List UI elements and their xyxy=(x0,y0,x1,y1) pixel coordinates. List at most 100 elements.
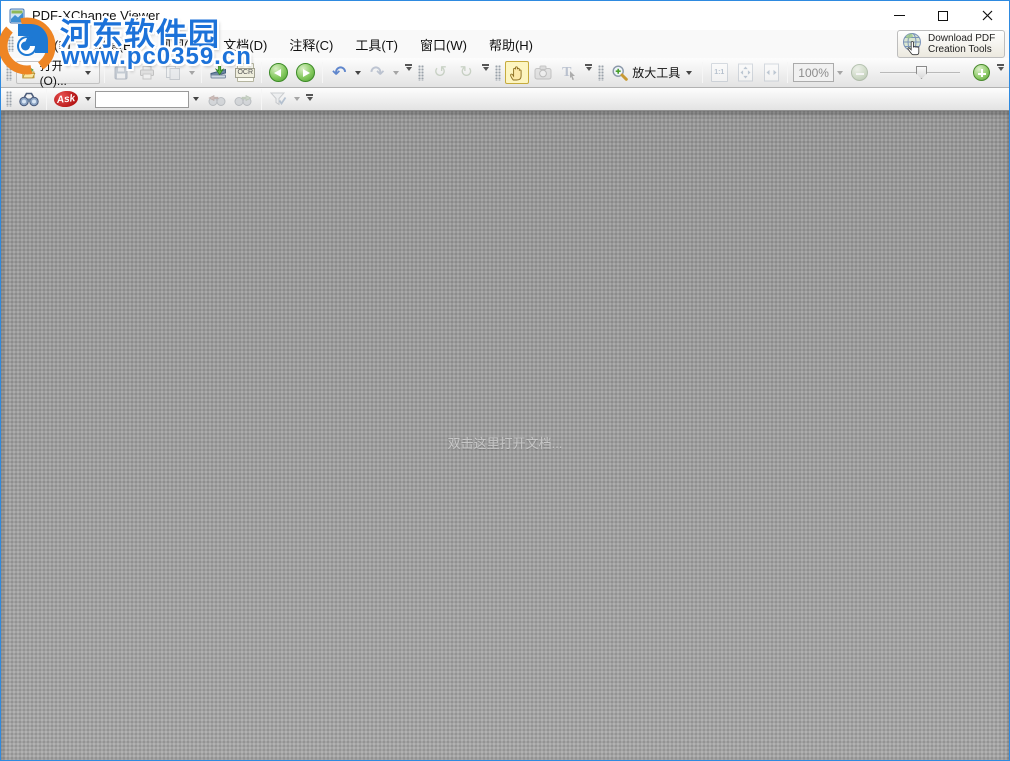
rotate-cw-icon: ↻ xyxy=(459,64,473,81)
zoom-tool-dropdown-arrow[interactable] xyxy=(686,70,693,75)
zoom-in-button[interactable] xyxy=(969,61,993,84)
ask-search-provider-button[interactable]: Ask xyxy=(51,88,81,111)
toolbar-overflow-button[interactable] xyxy=(482,64,490,71)
export-button[interactable] xyxy=(161,61,185,84)
actual-size-icon: 1:1 xyxy=(710,63,728,82)
maximize-icon xyxy=(938,10,948,21)
find-next-button[interactable] xyxy=(231,88,257,111)
toolbar-overflow-button[interactable] xyxy=(997,64,1004,71)
open-folder-icon xyxy=(22,66,36,78)
window-controls xyxy=(877,1,1009,30)
tools-toolbar-grip[interactable] xyxy=(495,64,502,81)
open-button[interactable]: 打开(O)... xyxy=(16,59,101,88)
toolbar-overflow-button[interactable] xyxy=(405,64,413,71)
menu-view[interactable]: 视图(V) xyxy=(147,30,212,58)
search-history-dropdown-arrow[interactable] xyxy=(193,97,199,101)
find-previous-button[interactable] xyxy=(203,88,229,111)
menu-window[interactable]: 窗口(W) xyxy=(409,30,478,58)
snapshot-button[interactable] xyxy=(531,61,555,84)
zoom-level-combo[interactable]: 100% xyxy=(793,63,834,82)
find-previous-icon xyxy=(208,94,226,106)
zoom-level-value: 100% xyxy=(798,65,829,80)
app-window: PDF-XChange Viewer 文件(F) 编辑(E) 视图(V) 文档(… xyxy=(0,0,1010,761)
minimize-button[interactable] xyxy=(877,1,921,30)
close-button[interactable] xyxy=(965,1,1009,30)
hand-tool-icon xyxy=(510,65,522,80)
zoom-toolbar-grip[interactable] xyxy=(598,64,605,81)
export-icon xyxy=(166,65,181,80)
actual-size-button[interactable]: 1:1 xyxy=(707,61,731,84)
zoom-slider-thumb[interactable] xyxy=(916,66,927,79)
rotate-ccw-icon: ↺ xyxy=(433,64,447,81)
export-dropdown-arrow[interactable] xyxy=(189,70,196,75)
document-area[interactable]: 双击这里打开文档... xyxy=(1,111,1009,760)
go-back-button[interactable] xyxy=(266,61,291,84)
fit-page-button[interactable] xyxy=(733,61,757,84)
menubar-grip[interactable] xyxy=(8,36,14,52)
select-cursor-icon xyxy=(570,71,576,80)
menu-file[interactable]: 文件(F) xyxy=(17,30,82,58)
zoom-out-icon xyxy=(850,64,868,81)
redo-button[interactable]: ↷ xyxy=(365,61,389,84)
print-button[interactable] xyxy=(135,61,159,84)
open-button-label: 打开(O)... xyxy=(39,59,67,88)
fit-page-icon xyxy=(737,63,753,82)
separator xyxy=(46,88,47,110)
search-toolbar-grip[interactable] xyxy=(6,91,12,107)
close-icon xyxy=(982,10,992,21)
rotate-cw-button[interactable]: ↻ xyxy=(454,61,478,84)
rotate-toolbar-grip[interactable] xyxy=(418,64,425,81)
undo-button[interactable]: ↶ xyxy=(327,61,351,84)
window-title: PDF-XChange Viewer xyxy=(32,8,160,23)
app-icon xyxy=(9,8,25,23)
select-text-button[interactable]: T xyxy=(557,61,581,84)
menu-comments[interactable]: 注释(C) xyxy=(278,30,344,58)
zoom-tool-button[interactable]: 放大工具 xyxy=(608,61,698,84)
minimize-icon xyxy=(893,15,905,16)
toolbar-overflow-button[interactable] xyxy=(306,94,313,101)
filter-icon xyxy=(269,92,287,106)
redo-dropdown-arrow[interactable] xyxy=(393,70,400,75)
search-button[interactable] xyxy=(16,88,42,111)
menu-help[interactable]: 帮助(H) xyxy=(478,30,544,58)
download-pdf-tools-button[interactable]: Download PDF Creation Tools xyxy=(897,30,1005,58)
search-input[interactable] xyxy=(95,90,189,108)
menu-document[interactable]: 文档(D) xyxy=(212,30,278,58)
save-icon xyxy=(114,66,128,79)
undo-dropdown-arrow[interactable] xyxy=(355,70,362,75)
magnifier-icon xyxy=(612,64,629,81)
binoculars-icon xyxy=(19,92,39,106)
ocr-button[interactable]: OCR xyxy=(233,61,257,84)
ask-label: Ask xyxy=(56,92,76,106)
import-from-scanner-button[interactable] xyxy=(206,61,231,84)
separator xyxy=(322,62,324,83)
filter-dropdown-arrow[interactable] xyxy=(294,97,300,101)
find-next-icon xyxy=(234,94,252,106)
zoom-level-dropdown-arrow[interactable] xyxy=(837,70,843,75)
actual-size-label: 1:1 xyxy=(714,69,725,76)
menu-edit[interactable]: 编辑(E) xyxy=(82,30,147,58)
zoom-out-button[interactable] xyxy=(847,61,871,84)
open-dropdown-arrow[interactable] xyxy=(85,70,92,75)
separator xyxy=(702,62,704,83)
separator xyxy=(104,62,106,83)
zoom-slider[interactable] xyxy=(880,64,960,81)
save-button[interactable] xyxy=(109,61,133,84)
maximize-button[interactable] xyxy=(921,1,965,30)
open-document-hint[interactable]: 双击这里打开文档... xyxy=(448,433,563,452)
ask-dropdown-arrow[interactable] xyxy=(85,97,91,101)
fit-width-button[interactable] xyxy=(759,61,783,84)
fit-width-icon xyxy=(763,63,779,82)
separator xyxy=(261,62,263,83)
download-label-line2: Creation Tools xyxy=(928,44,992,55)
filter-results-button[interactable] xyxy=(266,88,290,111)
file-toolbar-grip[interactable] xyxy=(6,64,12,81)
forward-arrow-icon xyxy=(296,63,316,82)
ocr-icon: OCR xyxy=(235,63,256,82)
rotate-ccw-button[interactable]: ↺ xyxy=(428,61,452,84)
menu-tools[interactable]: 工具(T) xyxy=(344,30,409,58)
ocr-label: OCR xyxy=(235,68,256,78)
toolbar-overflow-button[interactable] xyxy=(585,64,593,71)
hand-tool-button[interactable] xyxy=(505,61,530,84)
go-forward-button[interactable] xyxy=(293,61,318,84)
